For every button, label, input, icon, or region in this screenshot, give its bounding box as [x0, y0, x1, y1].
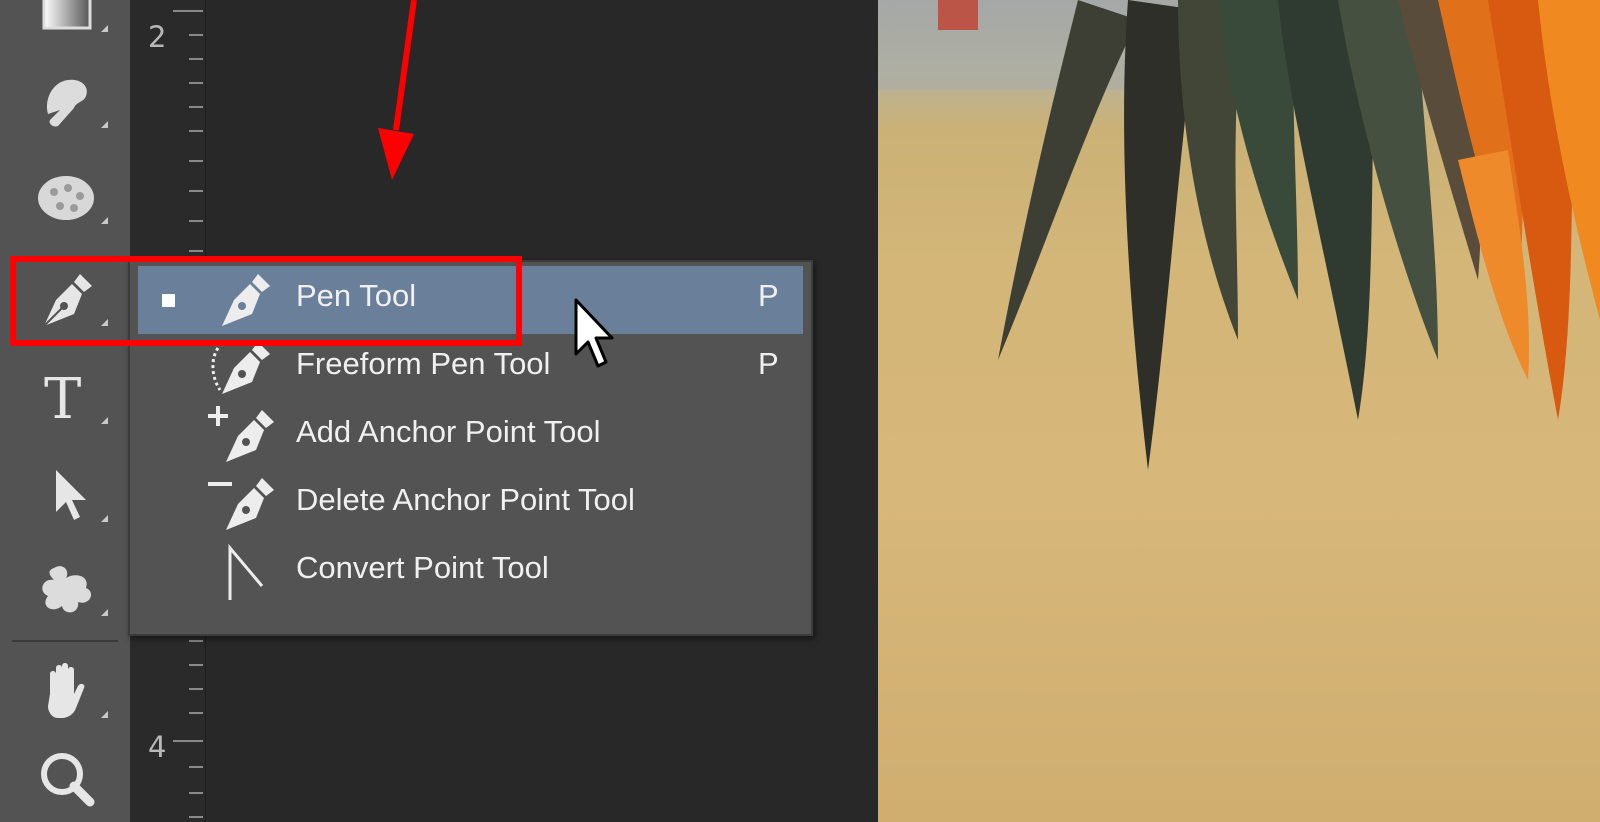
submenu-corner-icon — [101, 417, 108, 424]
flyout-item-shortcut: P — [758, 278, 779, 313]
ruler-tick — [189, 640, 203, 642]
ruler-tick — [189, 766, 203, 768]
submenu-corner-icon — [101, 515, 108, 522]
flyout-item-label: Freeform Pen Tool — [296, 346, 551, 381]
submenu-corner-icon — [101, 121, 108, 128]
flyout-item-label: Convert Point Tool — [296, 550, 549, 585]
ruler-tick — [189, 58, 203, 60]
shape-icon — [42, 566, 92, 613]
magnifier-icon — [41, 753, 95, 807]
ruler-tick — [189, 664, 203, 666]
gradient-tool[interactable] — [22, 0, 114, 38]
flyout-item-add-anchor-point-tool[interactable]: Add Anchor Point Tool — [138, 402, 803, 470]
ruler-tick — [189, 34, 203, 36]
smudge-tool[interactable] — [22, 64, 114, 134]
type-icon: T — [44, 367, 81, 430]
ruler-tick — [189, 816, 203, 818]
flyout-item-shortcut: P — [758, 346, 779, 381]
ruler-tick — [189, 712, 203, 714]
convert-point-icon — [228, 543, 264, 600]
custom-shape-tool[interactable] — [22, 552, 114, 622]
toolbar-divider — [12, 640, 118, 642]
gradient-icon — [42, 0, 92, 30]
annotation-arrow-icon — [378, 0, 417, 180]
flyout-item-delete-anchor-point-tool[interactable]: Delete Anchor Point Tool — [138, 470, 803, 538]
svg-text:T: T — [44, 367, 81, 430]
flyout-item-label: Delete Anchor Point Tool — [296, 482, 635, 517]
annotation-highlight-box — [10, 256, 522, 346]
rooster-tail-image — [878, 0, 1600, 470]
submenu-corner-icon — [101, 609, 108, 616]
sponge-icon — [38, 176, 94, 220]
hand-tool[interactable] — [22, 654, 114, 724]
sponge-tool[interactable] — [22, 160, 114, 230]
ruler-tick — [173, 740, 203, 742]
zoom-tool[interactable] — [22, 740, 114, 810]
mouse-cursor-icon — [574, 298, 614, 368]
add-anchor-point-icon — [208, 406, 274, 462]
ruler-tick — [189, 82, 203, 84]
ruler-tick — [189, 190, 203, 192]
delete-anchor-point-icon — [208, 478, 274, 530]
ruler-tick — [189, 106, 203, 108]
ruler-label: 2 — [148, 20, 167, 54]
document-photo[interactable] — [878, 0, 1600, 822]
ruler-label: 4 — [148, 730, 167, 764]
flyout-item-convert-point-tool[interactable]: Convert Point Tool — [138, 538, 803, 606]
submenu-corner-icon — [101, 25, 108, 32]
ruler-tick — [189, 792, 203, 794]
ruler-tick — [189, 220, 203, 222]
path-selection-tool[interactable] — [22, 458, 114, 528]
freeform-pen-icon — [211, 342, 270, 394]
flyout-item-label: Add Anchor Point Tool — [296, 414, 601, 449]
hand-icon — [48, 663, 85, 718]
finger-icon — [46, 79, 87, 127]
submenu-corner-icon — [101, 711, 108, 718]
ruler-tick — [189, 250, 203, 252]
submenu-corner-icon — [101, 217, 108, 224]
tools-panel: T — [0, 0, 130, 822]
ruler-tick — [189, 688, 203, 690]
ruler-tick — [189, 130, 203, 132]
ruler-tick — [173, 10, 203, 12]
ruler-tick — [189, 160, 203, 162]
arrow-cursor-icon — [56, 470, 86, 520]
type-tool[interactable]: T — [22, 360, 114, 430]
